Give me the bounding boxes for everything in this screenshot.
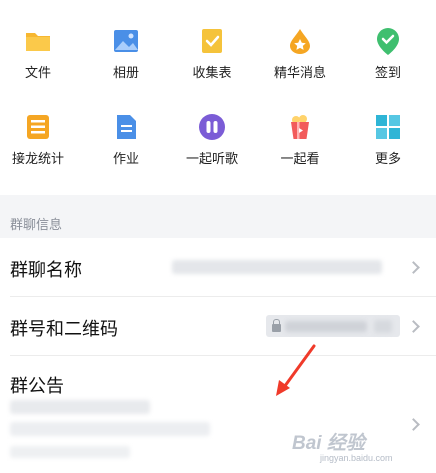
app-watch-together[interactable]: 一起看 <box>260 112 340 167</box>
group-number-qr-row[interactable]: 群号和二维码 <box>0 297 436 355</box>
app-collection-form-label: 收集表 <box>192 65 232 80</box>
group-name-row[interactable]: 群聊名称 <box>0 238 436 296</box>
app-essence-label: 精华消息 <box>273 65 326 80</box>
photo-album-icon <box>114 30 138 52</box>
app-listen-together-label: 一起听歌 <box>185 151 238 166</box>
app-check-in[interactable]: 签到 <box>348 26 428 81</box>
popcorn-icon <box>291 115 309 139</box>
chevron-right-icon <box>407 261 420 274</box>
app-file-label: 文件 <box>24 65 51 80</box>
relay-list-icon <box>27 115 49 139</box>
app-album-label: 相册 <box>112 65 139 80</box>
check-in-pin-icon <box>377 28 399 55</box>
section-title-group-info: 群聊信息 <box>10 217 63 232</box>
homework-doc-icon <box>117 115 136 139</box>
annotation-arrow <box>276 344 316 396</box>
group-number-value-redacted <box>285 321 367 332</box>
app-more[interactable]: 更多 <box>348 112 428 167</box>
earbuds-icon <box>199 114 225 140</box>
group-name-value-redacted <box>172 260 382 274</box>
app-check-in-label: 签到 <box>374 65 401 80</box>
group-number-qr-title: 群号和二维码 <box>10 319 118 339</box>
app-relay-label: 接龙统计 <box>11 151 64 166</box>
chevron-right-icon <box>407 418 420 431</box>
collection-form-icon <box>202 29 222 53</box>
essence-drop-icon <box>290 29 310 54</box>
group-apps-panel: 文件 相册 收集表 精华消息 签到 接龙统计 作业 一起听歌 一起看 更多 <box>0 0 436 195</box>
folder-icon <box>26 33 50 51</box>
notice-preview-line-1 <box>10 400 150 414</box>
more-grid-icon <box>376 115 400 139</box>
qr-thumb-redacted <box>374 320 392 333</box>
baidu-jingyan-watermark: Bai 经验 jingyan.baidu.com <box>292 428 393 463</box>
app-file[interactable]: 文件 <box>0 26 78 81</box>
app-watch-together-label: 一起看 <box>280 151 320 166</box>
app-essence[interactable]: 精华消息 <box>260 26 340 81</box>
notice-preview-line-2 <box>10 422 210 436</box>
app-more-label: 更多 <box>374 151 401 166</box>
lock-icon <box>272 319 281 332</box>
app-album[interactable]: 相册 <box>86 26 166 81</box>
watermark-brand: Bai 经验 <box>292 433 365 454</box>
chevron-right-icon <box>407 320 420 333</box>
app-collection-form[interactable]: 收集表 <box>172 26 252 81</box>
app-listen-together[interactable]: 一起听歌 <box>172 112 252 167</box>
app-homework[interactable]: 作业 <box>86 112 166 167</box>
notice-preview-line-3 <box>10 446 130 458</box>
group-notice-title: 群公告 <box>10 376 64 396</box>
app-relay[interactable]: 接龙统计 <box>0 112 78 167</box>
group-name-title: 群聊名称 <box>10 260 82 280</box>
app-homework-label: 作业 <box>112 151 139 166</box>
